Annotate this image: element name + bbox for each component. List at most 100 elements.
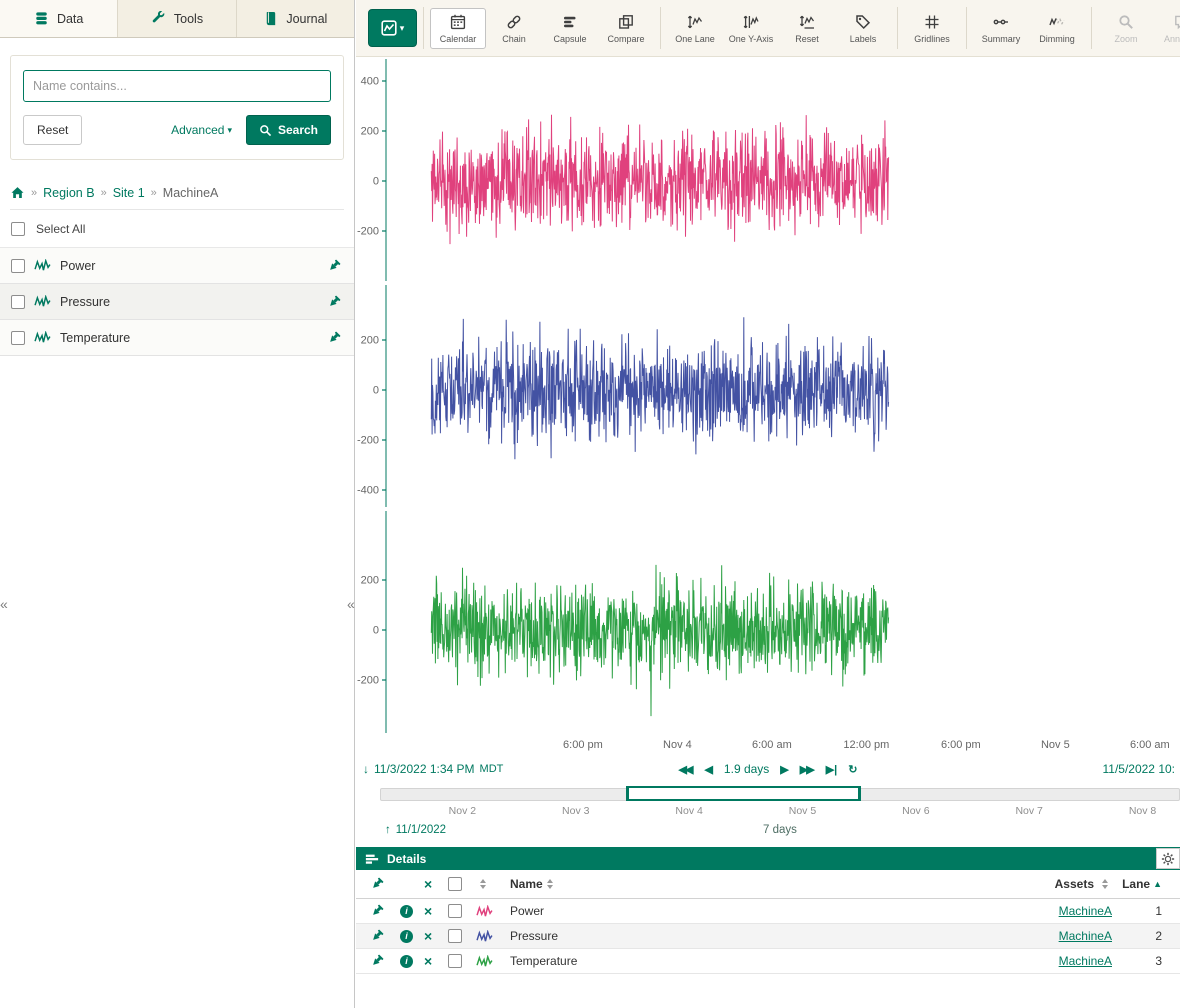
signal-list: Power Pressure Temperature [0, 248, 354, 356]
signal-checkbox[interactable] [11, 295, 25, 309]
search-button[interactable]: Search [246, 115, 331, 145]
toolbar-button-calendar[interactable]: Calendar [430, 8, 486, 49]
rewind-button[interactable]: ◀◀ [679, 763, 694, 776]
investigate-range-span[interactable]: 7 days [763, 824, 797, 836]
pin-column-icon[interactable] [370, 877, 384, 891]
column-header-lane[interactable]: Lane [1122, 877, 1150, 891]
pin-icon[interactable] [327, 331, 341, 345]
collapse-sidebar-handle[interactable]: « [347, 596, 355, 612]
investigate-range-start[interactable]: ↑ 11/1/2022 [385, 824, 446, 836]
toolbar-button-gridlines[interactable]: Gridlines [904, 8, 960, 49]
scrubber-track[interactable] [380, 788, 1180, 801]
remove-icon[interactable]: × [424, 929, 432, 943]
toolbar-button-summary[interactable]: Summary [973, 8, 1029, 49]
search-input[interactable] [23, 70, 331, 102]
info-icon[interactable]: i [400, 905, 413, 918]
x-axis-tick: Nov 5 [1041, 739, 1070, 751]
remove-icon[interactable]: × [424, 904, 432, 918]
row-checkbox[interactable] [448, 904, 462, 918]
details-select-all-checkbox[interactable] [448, 877, 462, 891]
display-range-end[interactable]: 11/5/2022 10: [1102, 762, 1175, 776]
capsule-icon [562, 14, 578, 30]
toolbar-button-capsule[interactable]: Capsule [542, 8, 598, 49]
svg-text:-400: -400 [357, 485, 379, 497]
toolbar-button-labels[interactable]: Labels [835, 8, 891, 49]
toolbar-button-chain[interactable]: Chain [486, 8, 542, 49]
view-mode-dropdown[interactable]: ▾ [368, 9, 417, 47]
select-all-label: Select All [36, 222, 85, 236]
scrubber-info-row: ↑ 11/1/2022 7 days [380, 821, 1180, 839]
trend-lane-pressure[interactable]: 2000-200-400 [356, 283, 1180, 509]
dimming-icon [1049, 14, 1065, 30]
column-header-name[interactable]: Name [510, 877, 543, 891]
breadcrumb-asset: MachineA [163, 186, 219, 200]
scrubber-selection-window[interactable] [626, 786, 861, 801]
info-icon[interactable]: i [400, 930, 413, 943]
tab-journal[interactable]: Journal [237, 0, 354, 37]
svg-text:200: 200 [361, 335, 379, 347]
sort-icon[interactable] [547, 879, 553, 889]
trend-lane-power[interactable]: 4002000-200 [356, 57, 1180, 283]
info-icon[interactable]: i [400, 955, 413, 968]
row-signal-name[interactable]: Pressure [510, 929, 992, 943]
signal-checkbox[interactable] [11, 331, 25, 345]
svg-text:-200: -200 [357, 675, 379, 687]
row-lane-number: 2 [1112, 929, 1170, 943]
sort-icon[interactable] [480, 879, 486, 889]
breadcrumb-separator: » [101, 187, 107, 199]
fast-forward-button[interactable]: ▶▶ [800, 763, 815, 776]
asset-link[interactable]: MachineA [1059, 954, 1112, 968]
step-forward-button[interactable]: ▶ [780, 763, 788, 776]
toolbar-button-dimming[interactable]: Dimming [1029, 8, 1085, 49]
pin-icon[interactable] [327, 295, 341, 309]
select-all-checkbox[interactable] [11, 222, 25, 236]
row-checkbox[interactable] [448, 954, 462, 968]
toolbar-button-one-y-axis[interactable]: One Y-Axis [723, 8, 779, 49]
remove-all-icon[interactable]: × [424, 877, 432, 891]
toolbar-separator [1091, 7, 1092, 49]
signal-list-item[interactable]: Temperature [0, 320, 354, 356]
collapse-panel-handle[interactable]: « [0, 596, 8, 612]
tab-tools[interactable]: Tools [118, 0, 236, 37]
row-checkbox[interactable] [448, 929, 462, 943]
svg-text:200: 200 [361, 575, 379, 587]
pin-icon[interactable] [370, 954, 384, 968]
pin-icon[interactable] [370, 904, 384, 918]
toolbar-button-reset[interactable]: Reset [779, 8, 835, 49]
scrubber-date-tick: Nov 4 [675, 805, 702, 817]
step-to-end-button[interactable]: ▶| [826, 763, 838, 776]
row-signal-name[interactable]: Temperature [510, 954, 992, 968]
refresh-icon[interactable]: ↻ [848, 763, 857, 776]
column-header-assets[interactable]: Assets [1055, 877, 1094, 891]
toolbar-button-compare[interactable]: Compare [598, 8, 654, 49]
breadcrumb-separator: » [31, 187, 37, 199]
toolbar-button-one-lane[interactable]: One Lane [667, 8, 723, 49]
reset-button[interactable]: Reset [23, 115, 82, 145]
signal-list-item[interactable]: Pressure [0, 284, 354, 320]
tab-data[interactable]: Data [0, 0, 118, 37]
asset-link[interactable]: MachineA [1059, 929, 1112, 943]
breadcrumb-region[interactable]: Region B [43, 186, 94, 200]
sort-icon[interactable] [1102, 879, 1108, 889]
home-icon[interactable] [10, 185, 25, 200]
tab-label: Tools [174, 12, 203, 26]
breadcrumb-site[interactable]: Site 1 [113, 186, 145, 200]
asset-link[interactable]: MachineA [1059, 904, 1112, 918]
pin-icon[interactable] [370, 929, 384, 943]
details-settings-button[interactable] [1156, 848, 1180, 869]
display-range-start[interactable]: ↓ 11/3/2022 1:34 PM MDT [363, 762, 503, 776]
details-table-row: i × Pressure MachineA 2 [356, 924, 1180, 949]
duration-label[interactable]: 1.9 days [724, 762, 769, 776]
remove-icon[interactable]: × [424, 954, 432, 968]
overview-scrubber: Nov 2Nov 3Nov 4Nov 5Nov 6Nov 7Nov 8 ↑ 11… [356, 788, 1180, 839]
row-signal-name[interactable]: Power [510, 904, 992, 918]
advanced-toggle[interactable]: Advanced ▾ [171, 123, 232, 137]
pin-icon[interactable] [327, 259, 341, 273]
trend-chart-lanes: 4002000-2002000-200-4002000-200 [356, 57, 1180, 735]
signal-list-item[interactable]: Power [0, 248, 354, 284]
signal-checkbox[interactable] [11, 259, 25, 273]
arrow-down-icon: ↓ [363, 762, 369, 776]
step-back-button[interactable]: ◀ [704, 763, 712, 776]
lanes-icon [365, 852, 379, 866]
trend-lane-temperature[interactable]: 2000-200 [356, 509, 1180, 735]
